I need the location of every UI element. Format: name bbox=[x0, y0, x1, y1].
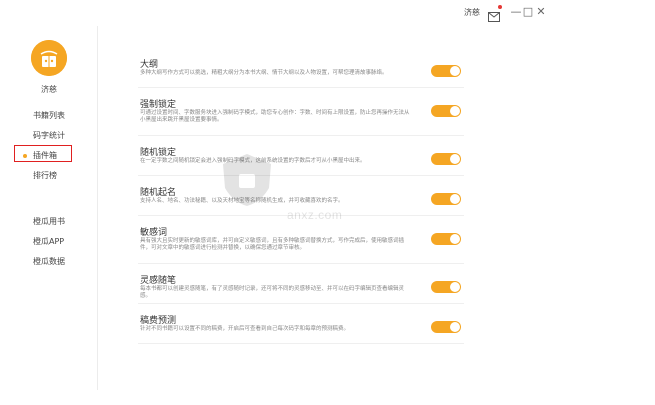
toggle-knob bbox=[450, 66, 460, 76]
plugin-title: 随机锁定 bbox=[140, 148, 177, 158]
plugin-row-forced-lock: 强制锁定 可通过设置时间、字数服务块进入强制码字模式，助您专心创作：字数、时间有… bbox=[138, 88, 464, 136]
sidebar-item-label: 码字统计 bbox=[33, 131, 65, 140]
toggle-knob bbox=[450, 194, 460, 204]
watermark: anxz.com bbox=[217, 150, 437, 235]
avatar[interactable] bbox=[31, 40, 67, 76]
toggle-knob bbox=[450, 282, 460, 292]
plugin-toggle[interactable] bbox=[431, 105, 461, 117]
sidebar-nav-bottom: 橙瓜用书 橙瓜APP 橙瓜数据 bbox=[0, 212, 98, 272]
toggle-knob bbox=[450, 106, 460, 116]
plugin-description: 针对不同书籍可以设置不同的稿费，开启后可查看到自己每次码字和每章的预测稿费。 bbox=[140, 326, 350, 332]
sidebar-item-chenggua-books[interactable]: 橙瓜用书 bbox=[0, 212, 98, 232]
sidebar: 济慈 书籍列表 码字统计 插件箱 排行榜 橙瓜用书 橙瓜APP 橙瓜数据 bbox=[0, 26, 98, 390]
plugin-description: 可通过设置时间、字数服务块进入强制码字模式，助您专心创作：字数、时间有上限设置，… bbox=[140, 110, 410, 123]
plugin-title: 大纲 bbox=[140, 60, 159, 70]
toggle-knob bbox=[450, 234, 460, 244]
plugin-row-royalty-forecast: 稿费预测 针对不同书籍可以设置不同的稿费，开启后可查看到自己每次码字和每章的预测… bbox=[138, 304, 464, 344]
sidebar-item-book-list[interactable]: 书籍列表 bbox=[0, 106, 98, 126]
sidebar-item-ranking[interactable]: 排行榜 bbox=[0, 166, 98, 186]
plugin-toggle[interactable] bbox=[431, 281, 461, 293]
plugin-toggle[interactable] bbox=[431, 65, 461, 77]
titlebar-username[interactable]: 济慈 bbox=[464, 7, 480, 18]
toggle-knob bbox=[450, 322, 460, 332]
shield-logo-icon bbox=[223, 154, 271, 206]
toggle-knob bbox=[450, 154, 460, 164]
mail-icon[interactable] bbox=[488, 5, 502, 22]
title-bar: 济慈 — □ ✕ bbox=[0, 0, 552, 26]
book-mascot-icon bbox=[31, 40, 67, 76]
sidebar-item-label: 橙瓜数据 bbox=[33, 257, 65, 266]
sidebar-item-label: 排行榜 bbox=[33, 171, 57, 180]
notification-dot bbox=[498, 5, 502, 9]
plugin-title: 稿费预测 bbox=[140, 316, 177, 326]
plugin-description: 多种大纲写作方式可以挑选，精粗大纲分为本书大纲、情节大纲以及人物设置，可帮您理清… bbox=[140, 70, 388, 76]
sidebar-item-label: 橙瓜用书 bbox=[33, 217, 65, 226]
plugin-title: 随机起名 bbox=[140, 188, 177, 198]
sidebar-item-chenggua-app[interactable]: 橙瓜APP bbox=[0, 232, 98, 252]
sidebar-username: 济慈 bbox=[41, 85, 57, 94]
close-button[interactable]: ✕ bbox=[535, 5, 547, 19]
plugin-title: 强制锁定 bbox=[140, 100, 177, 110]
annotation-highlight-box bbox=[14, 145, 72, 162]
app-window: 济慈 — □ ✕ 济慈 书籍列表 码字统计 插件箱 排行榜 橙瓜用书 橙瓜APP… bbox=[0, 0, 552, 390]
window-bottom-margin bbox=[0, 390, 552, 405]
plugin-description: 每本书都可以创建灵感随笔，有了灵感随时记录，还可将不同的灵感移动至、并可以在码字… bbox=[140, 286, 405, 299]
watermark-text: anxz.com bbox=[287, 208, 343, 222]
plugin-row-inspiration-notes: 灵感随笔 每本书都可以创建灵感随笔，有了灵感随时记录，还可将不同的灵感移动至、并… bbox=[138, 264, 464, 304]
desktop-background bbox=[552, 0, 655, 405]
plugin-title: 敏感词 bbox=[140, 228, 168, 238]
sidebar-item-writing-stats[interactable]: 码字统计 bbox=[0, 126, 98, 146]
sidebar-item-label: 橙瓜APP bbox=[33, 237, 65, 246]
plugin-row-outline: 大纲 多种大纲写作方式可以挑选，精粗大纲分为本书大纲、情节大纲以及人物设置，可帮… bbox=[138, 48, 464, 88]
minimize-button[interactable]: — bbox=[510, 5, 522, 19]
plugin-description: 具有强大且实时更新的敏感词库，并可自定义敏感词，且有多种敏感词替换方式，写作完成… bbox=[140, 238, 405, 251]
maximize-button[interactable]: □ bbox=[522, 5, 534, 19]
plugin-toggle[interactable] bbox=[431, 321, 461, 333]
sidebar-item-chenggua-data[interactable]: 橙瓜数据 bbox=[0, 252, 98, 272]
sidebar-item-label: 书籍列表 bbox=[33, 111, 65, 120]
plugin-title: 灵感随笔 bbox=[140, 276, 177, 286]
